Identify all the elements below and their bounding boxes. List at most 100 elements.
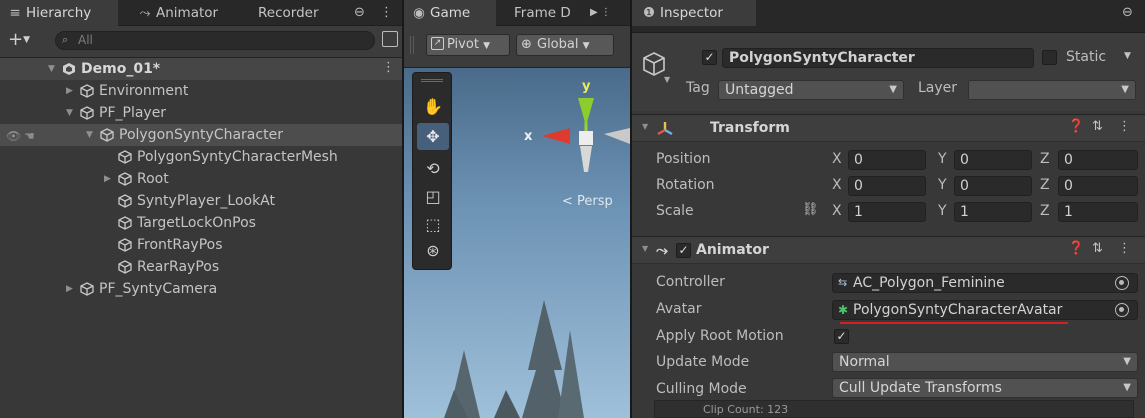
scene-more-icon[interactable]: ⋮ (382, 60, 395, 75)
tab-scroll-right-icon[interactable]: ▶ ⋮ (590, 0, 611, 26)
global-toggle-button[interactable]: ⊕ Global ▼ (516, 34, 614, 56)
animator-foldout-icon[interactable]: ▼ (642, 244, 648, 253)
transform-rotation-y-input[interactable]: 0 (954, 176, 1032, 196)
avatar-picker-icon[interactable] (1115, 303, 1129, 317)
tag-dropdown[interactable]: Untagged ▼ (718, 80, 904, 100)
transform-position-x-input[interactable]: 0 (848, 150, 926, 170)
apply-root-motion-checkbox[interactable]: ✓ (834, 329, 849, 344)
inspector-panel: ❶ Inspector ⊖ ▼ ✓ PolygonSyntyCharacter S… (632, 0, 1145, 418)
foldout-collapsed-icon[interactable]: ▶ (66, 278, 78, 300)
pickable-hand-icon[interactable]: ☚ (24, 129, 35, 143)
foldout-expanded-icon[interactable]: ▼ (66, 102, 78, 124)
object-name-input[interactable]: PolygonSyntyCharacter (722, 48, 1034, 68)
scene-visibility-icon[interactable] (382, 31, 398, 47)
lock-icon[interactable]: ⊖ (354, 0, 365, 26)
rect-tool-icon[interactable]: ⬚ (417, 211, 449, 238)
transform-position-y-input[interactable]: 0 (954, 150, 1032, 170)
hierarchy-row-label: RearRayPos (137, 259, 220, 275)
hierarchy-row[interactable]: ▶ Root (0, 168, 402, 190)
axis-z-label[interactable]: Z (1040, 151, 1050, 167)
scale-tool-icon[interactable]: ◰ (417, 183, 449, 210)
axis-z-label[interactable]: Z (1040, 203, 1050, 219)
red-underline-annotation (840, 322, 1068, 324)
animator-component-header[interactable]: ▼ ⤳ ✓ Animator ❓ ⇅ ⋮ (632, 236, 1145, 264)
object-picker-icon[interactable] (1115, 276, 1129, 290)
gameobject-icon (118, 150, 132, 164)
rotate-tool-icon[interactable]: ⟲ (417, 155, 449, 182)
hand-tool-icon[interactable]: ✋ (417, 93, 449, 120)
transform-tool-icon[interactable]: ⊛ (417, 237, 449, 264)
persp-label[interactable]: < Persp (562, 194, 613, 209)
hierarchy-row[interactable]: FrontRayPos (0, 234, 402, 256)
transform-scale-x-input[interactable]: 1 (848, 202, 926, 222)
update-mode-dropdown[interactable]: Normal ▼ (832, 352, 1138, 372)
controller-object-field[interactable]: ⇆ AC_Polygon_Feminine (832, 273, 1138, 293)
presets-icon[interactable]: ⇅ (1092, 119, 1103, 134)
avatar-object-field[interactable]: ✱ PolygonSyntyCharacterAvatar (832, 300, 1138, 320)
transform-rotation-z-input[interactable]: 0 (1058, 176, 1138, 196)
hierarchy-row[interactable]: ▼ PF_Player (0, 102, 402, 124)
axis-x-label[interactable]: X (832, 151, 842, 167)
hierarchy-row[interactable]: ▶ Environment (0, 80, 402, 102)
tab-game[interactable]: ◉ Game (404, 0, 496, 26)
more-options-icon[interactable]: ⋮ (380, 0, 393, 26)
tab-hierarchy[interactable]: ≡ Hierarchy (0, 0, 118, 26)
transform-rotation-label: Rotation (656, 177, 715, 193)
axis-x-label[interactable]: X (832, 203, 842, 219)
foldout-collapsed-icon[interactable]: ▶ (104, 168, 116, 190)
animator-help-icon[interactable]: ❓ (1068, 241, 1084, 256)
hierarchy-row[interactable]: ▼ PolygonSyntyCharacter (0, 124, 402, 146)
create-add-icon[interactable]: +▼ (8, 30, 30, 50)
hierarchy-row[interactable]: SyntyPlayer_LookAt (0, 190, 402, 212)
transform-component-header[interactable]: ▼ Transform ❓ ⇅ ⋮ (632, 114, 1145, 142)
transform-foldout-icon[interactable]: ▼ (642, 122, 648, 131)
orientation-gizmo[interactable]: y x (524, 76, 630, 186)
component-menu-icon[interactable]: ⋮ (1118, 119, 1131, 134)
axis-y-label[interactable]: Y (938, 177, 947, 193)
tag-label: Tag (686, 80, 710, 96)
scene-trees (444, 300, 584, 418)
move-tool-icon[interactable]: ✥ (417, 123, 449, 150)
hierarchy-scene-row[interactable]: ▼ Demo_01* (0, 58, 402, 80)
axis-z-label[interactable]: Z (1040, 177, 1050, 193)
constrain-proportions-icon[interactable]: ⛓ (802, 202, 819, 217)
axis-y-label[interactable]: Y (938, 203, 947, 219)
hierarchy-row[interactable]: ▶ PF_SyntyCamera (0, 278, 402, 300)
icon-dropdown-caret-icon[interactable]: ▼ (664, 75, 670, 84)
transform-position-z-input[interactable]: 0 (1058, 150, 1138, 170)
transform-scale-label: Scale (656, 203, 694, 219)
transform-scale-z-input[interactable]: 1 (1058, 202, 1138, 222)
help-icon[interactable]: ❓ (1068, 119, 1084, 134)
foldout-collapsed-icon[interactable]: ▶ (66, 80, 78, 102)
scene-toolbar: ↗ Pivot ▼ ⊕ Global ▼ (404, 26, 630, 68)
layer-dropdown[interactable]: ▼ (968, 80, 1136, 100)
transform-rotation-x-input[interactable]: 0 (848, 176, 926, 196)
tab-frame-debugger[interactable]: Frame D (514, 0, 584, 26)
axis-x-label[interactable]: X (832, 177, 842, 193)
gameobject-icon (118, 260, 132, 274)
animator-presets-icon[interactable]: ⇅ (1092, 241, 1103, 256)
culling-mode-dropdown[interactable]: Cull Update Transforms ▼ (832, 378, 1138, 398)
foldout-expanded-icon[interactable]: ▼ (48, 58, 60, 80)
hierarchy-row[interactable]: RearRayPos (0, 256, 402, 278)
active-checkbox[interactable]: ✓ (702, 50, 717, 65)
game-controller-icon: ◉ (413, 5, 425, 21)
pivot-toggle-button[interactable]: ↗ Pivot ▼ (426, 34, 510, 56)
hierarchy-row-label: PF_Player (99, 105, 167, 121)
hierarchy-row[interactable]: TargetLockOnPos (0, 212, 402, 234)
tab-inspector[interactable]: ❶ Inspector (632, 0, 756, 26)
tab-recorder[interactable]: Recorder (258, 0, 338, 26)
axis-y-label[interactable]: Y (938, 151, 947, 167)
static-dropdown-caret-icon[interactable]: ▼ (1124, 51, 1131, 61)
transform-scale-y-input[interactable]: 1 (954, 202, 1032, 222)
animator-menu-icon[interactable]: ⋮ (1118, 241, 1131, 256)
hierarchy-search-input[interactable]: ⌕ All (55, 31, 375, 50)
hierarchy-row[interactable]: PolygonSyntyCharacterMesh (0, 146, 402, 168)
tab-animator[interactable]: ⤳ Animator (138, 0, 248, 26)
animator-enabled-checkbox[interactable]: ✓ (676, 243, 691, 258)
inspector-lock-icon[interactable]: ⊖ (1122, 0, 1133, 26)
static-checkbox[interactable] (1042, 50, 1057, 65)
foldout-expanded-icon[interactable]: ▼ (86, 124, 98, 146)
eye-visibility-icon[interactable]: 👁 (6, 129, 21, 143)
gizmo-y-label: y (582, 79, 591, 94)
